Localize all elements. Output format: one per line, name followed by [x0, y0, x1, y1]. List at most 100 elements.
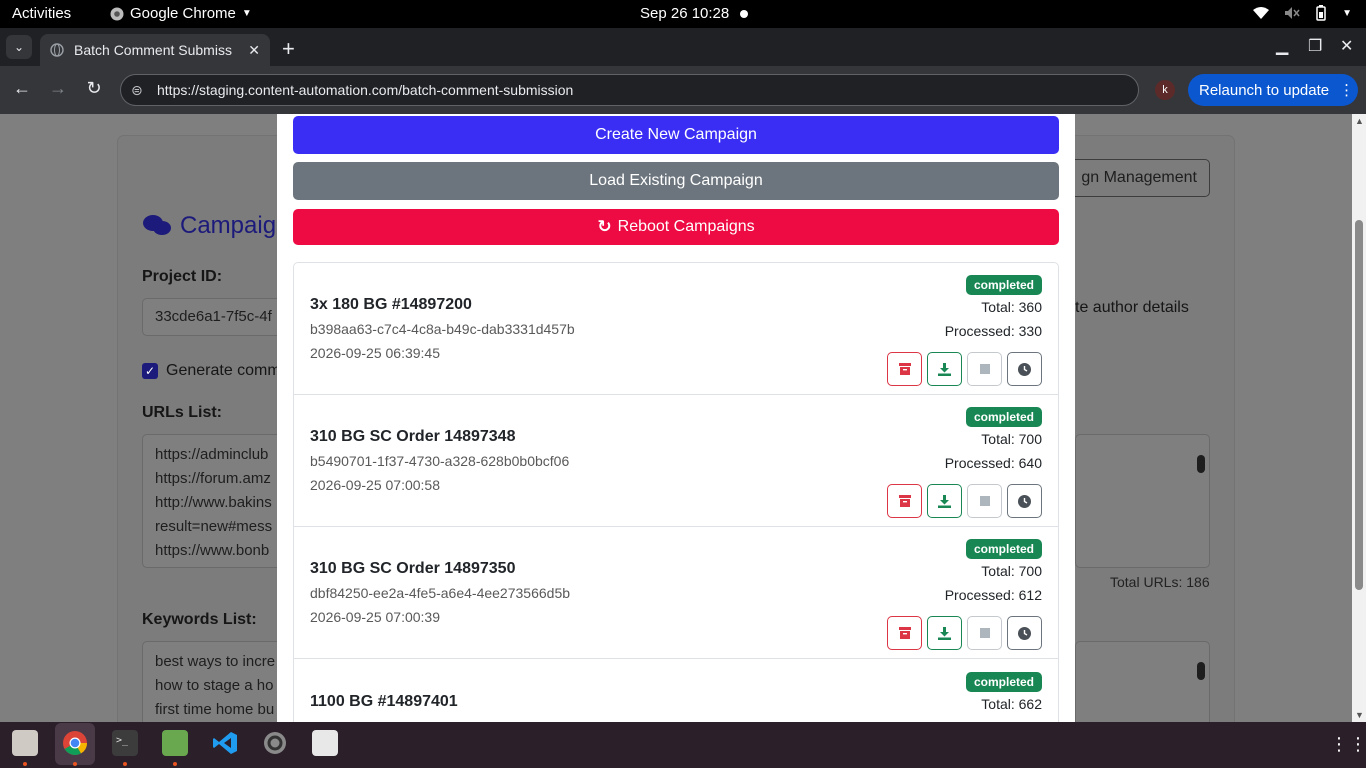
activities-button[interactable]: Activities — [12, 5, 71, 22]
project-id-input[interactable]: 33cde6a1-7f5c-4f — [142, 298, 292, 336]
textarea-scroll-thumb[interactable] — [1197, 662, 1205, 680]
page-scrollbar[interactable]: ▲ ▼ — [1352, 114, 1366, 722]
close-window-icon[interactable]: ✕ — [1340, 36, 1353, 56]
status-badge: completed — [965, 407, 1042, 427]
campaign-date: 2026-09-25 07:00:39 — [310, 609, 440, 625]
clock[interactable]: Sep 26 10:28 — [640, 5, 729, 22]
url-line: http://www.bakins — [155, 494, 272, 511]
campaign-management-button[interactable]: gn Management — [1052, 159, 1210, 197]
load-campaign-label: Load Existing Campaign — [589, 172, 763, 189]
url-text: https://staging.content-automation.com/b… — [157, 82, 574, 98]
volume-muted-icon — [1285, 7, 1300, 19]
project-id-value: 33cde6a1-7f5c-4f — [155, 308, 272, 325]
campaign-actions — [887, 352, 1042, 386]
chrome-icon[interactable] — [62, 730, 88, 756]
url-line: result=new#mess — [155, 518, 273, 535]
reboot-campaigns-button[interactable]: ↻ Reboot Campaigns — [293, 209, 1059, 245]
campaign-processed: Processed: 640 — [944, 455, 1042, 471]
history-button[interactable] — [1007, 484, 1042, 518]
clock-icon — [1018, 626, 1031, 640]
tab-search-button[interactable]: ⌄ — [6, 35, 32, 59]
scroll-up-icon[interactable]: ▲ — [1355, 116, 1364, 126]
campaign-item[interactable]: 310 BG SC Order 14897348 b5490701-1f37-4… — [294, 395, 1058, 527]
keyword-line: best ways to incre — [155, 653, 276, 670]
urls-textarea[interactable]: https://adminclub https://forum.amz http… — [142, 434, 292, 568]
keywords-textarea-right[interactable] — [1075, 641, 1210, 722]
campaign-item[interactable]: 310 BG SC Order 14897350 dbf84250-ee2a-4… — [294, 527, 1058, 659]
download-button[interactable] — [927, 484, 962, 518]
campaign-name: 1100 BG #14897401 — [310, 693, 458, 710]
stop-button[interactable] — [967, 352, 1002, 386]
author-details-label: te author details — [1075, 299, 1189, 316]
forward-arrow-icon[interactable]: → — [46, 78, 70, 99]
campaign-date: 2026-09-25 07:00:58 — [310, 477, 440, 493]
dock: >_ ⋮⋮⋮ — [0, 722, 1366, 768]
campaign-name: 310 BG SC Order 14897348 — [310, 428, 516, 445]
app-menu[interactable]: Google Chrome ▼ — [110, 5, 252, 22]
files-icon[interactable] — [12, 730, 38, 756]
site-info-icon[interactable]: ⊜ — [131, 82, 143, 99]
scroll-down-icon[interactable]: ▼ — [1355, 710, 1364, 720]
vscode-icon[interactable] — [212, 730, 238, 756]
campaign-total: Total: 360 — [981, 299, 1042, 315]
download-icon — [938, 626, 951, 640]
browser-toolbar: ← → ↻ ⊜ https://staging.content-automati… — [0, 66, 1366, 114]
campaign-name: 3x 180 BG #14897200 — [310, 296, 472, 313]
generate-checkbox[interactable]: ✓ — [142, 363, 158, 379]
campaign-actions — [887, 616, 1042, 650]
create-campaign-button[interactable]: Create New Campaign — [293, 116, 1059, 154]
stop-button[interactable] — [967, 616, 1002, 650]
back-arrow-icon[interactable]: ← — [10, 78, 34, 99]
chevron-down-icon: ⌄ — [13, 40, 25, 54]
maximize-icon[interactable]: ❐ — [1308, 36, 1322, 56]
close-tab-icon[interactable]: ✕ — [248, 42, 260, 59]
system-tray[interactable]: ▼ — [1252, 5, 1352, 21]
reload-icon[interactable]: ↻ — [82, 78, 106, 99]
urls-label: URLs List: — [142, 404, 222, 421]
load-campaign-button[interactable]: Load Existing Campaign — [293, 162, 1059, 200]
scrollbar-thumb[interactable] — [1355, 220, 1363, 590]
campaign-item[interactable]: 1100 BG #14897401 completed Total: 662 — [294, 660, 1058, 722]
campaign-modal: Create New Campaign Load Existing Campai… — [277, 114, 1075, 722]
urls-textarea-right[interactable] — [1075, 434, 1210, 568]
caret-down-icon: ▼ — [241, 8, 252, 19]
more-vert-icon[interactable]: ⋮ — [1339, 81, 1354, 99]
relaunch-button[interactable]: Relaunch to update ⋮ — [1188, 74, 1358, 106]
archive-button[interactable] — [887, 616, 922, 650]
caret-down-icon: ▼ — [1342, 7, 1352, 19]
archive-button[interactable] — [887, 484, 922, 518]
running-indicator — [123, 762, 127, 766]
keyword-line: how to stage a ho — [155, 677, 274, 694]
running-indicator — [23, 762, 27, 766]
profile-avatar[interactable]: k — [1155, 80, 1175, 100]
campaign-item[interactable]: 3x 180 BG #14897200 b398aa63-c7c4-4c8a-b… — [294, 263, 1058, 395]
tab-batch-comment[interactable]: Batch Comment Submiss ✕ — [40, 34, 270, 66]
status-badge: completed — [965, 672, 1042, 692]
status-badge: completed — [965, 275, 1042, 295]
campaign-list: 3x 180 BG #14897200 b398aa63-c7c4-4c8a-b… — [293, 262, 1059, 722]
show-apps-icon[interactable]: ⋮⋮⋮ — [1330, 734, 1366, 755]
textarea-scroll-thumb[interactable] — [1197, 455, 1205, 473]
settings-icon[interactable] — [262, 730, 288, 756]
keywords-textarea[interactable]: best ways to incre how to stage a ho fir… — [142, 641, 292, 722]
stop-button[interactable] — [967, 484, 1002, 518]
status-badge: completed — [965, 539, 1042, 559]
tab-title: Batch Comment Submiss — [74, 42, 232, 58]
minimize-icon[interactable]: ▁ — [1276, 36, 1288, 56]
download-button[interactable] — [927, 616, 962, 650]
history-button[interactable] — [1007, 616, 1042, 650]
project-id-label: Project ID: — [142, 268, 223, 285]
new-tab-button[interactable]: + — [282, 36, 295, 62]
stop-icon — [979, 628, 990, 638]
image-editor-icon[interactable] — [162, 730, 188, 756]
download-icon — [938, 494, 951, 508]
chrome-small-icon — [110, 7, 124, 20]
app-icon[interactable] — [312, 730, 338, 756]
terminal-icon[interactable]: >_ — [112, 730, 138, 756]
campaign-name: 310 BG SC Order 14897350 — [310, 560, 516, 577]
history-button[interactable] — [1007, 352, 1042, 386]
archive-button[interactable] — [887, 352, 922, 386]
keywords-label: Keywords List: — [142, 611, 257, 628]
download-button[interactable] — [927, 352, 962, 386]
address-bar[interactable]: ⊜ https://staging.content-automation.com… — [120, 74, 1139, 106]
